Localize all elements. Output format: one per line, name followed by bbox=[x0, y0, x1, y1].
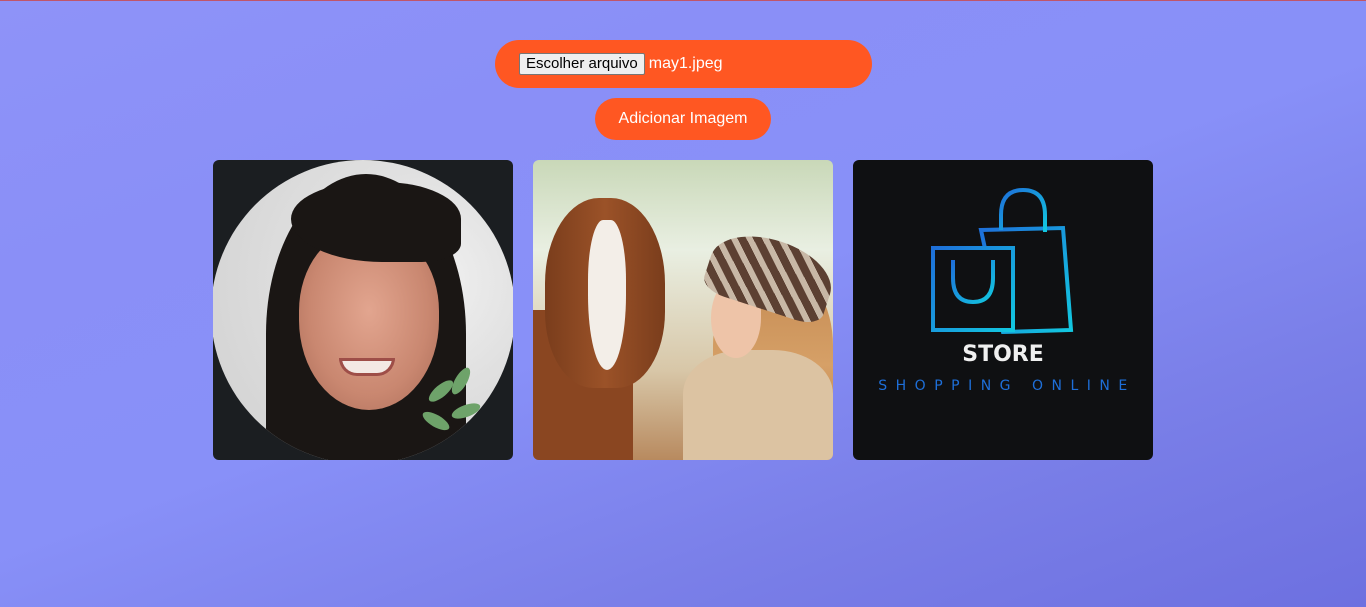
store-title: STORE bbox=[962, 342, 1044, 367]
gallery-image-store-logo: STORE SHOPPING ONLINE bbox=[853, 160, 1153, 460]
portrait-photo bbox=[213, 160, 513, 460]
selected-file-name: may1.jpeg bbox=[648, 55, 723, 72]
shopping-bags-icon bbox=[931, 187, 1074, 335]
image-gallery: STORE SHOPPING ONLINE bbox=[213, 160, 1153, 460]
store-subtitle: SHOPPING ONLINE bbox=[878, 378, 1136, 394]
gallery-image-horse bbox=[533, 160, 833, 460]
choose-file-button[interactable]: Escolher arquivo bbox=[519, 53, 645, 75]
add-image-button[interactable]: Adicionar Imagem bbox=[595, 98, 771, 140]
gallery-image-portrait bbox=[213, 160, 513, 460]
file-upload-container: Escolher arquivo may1.jpeg bbox=[495, 40, 872, 88]
